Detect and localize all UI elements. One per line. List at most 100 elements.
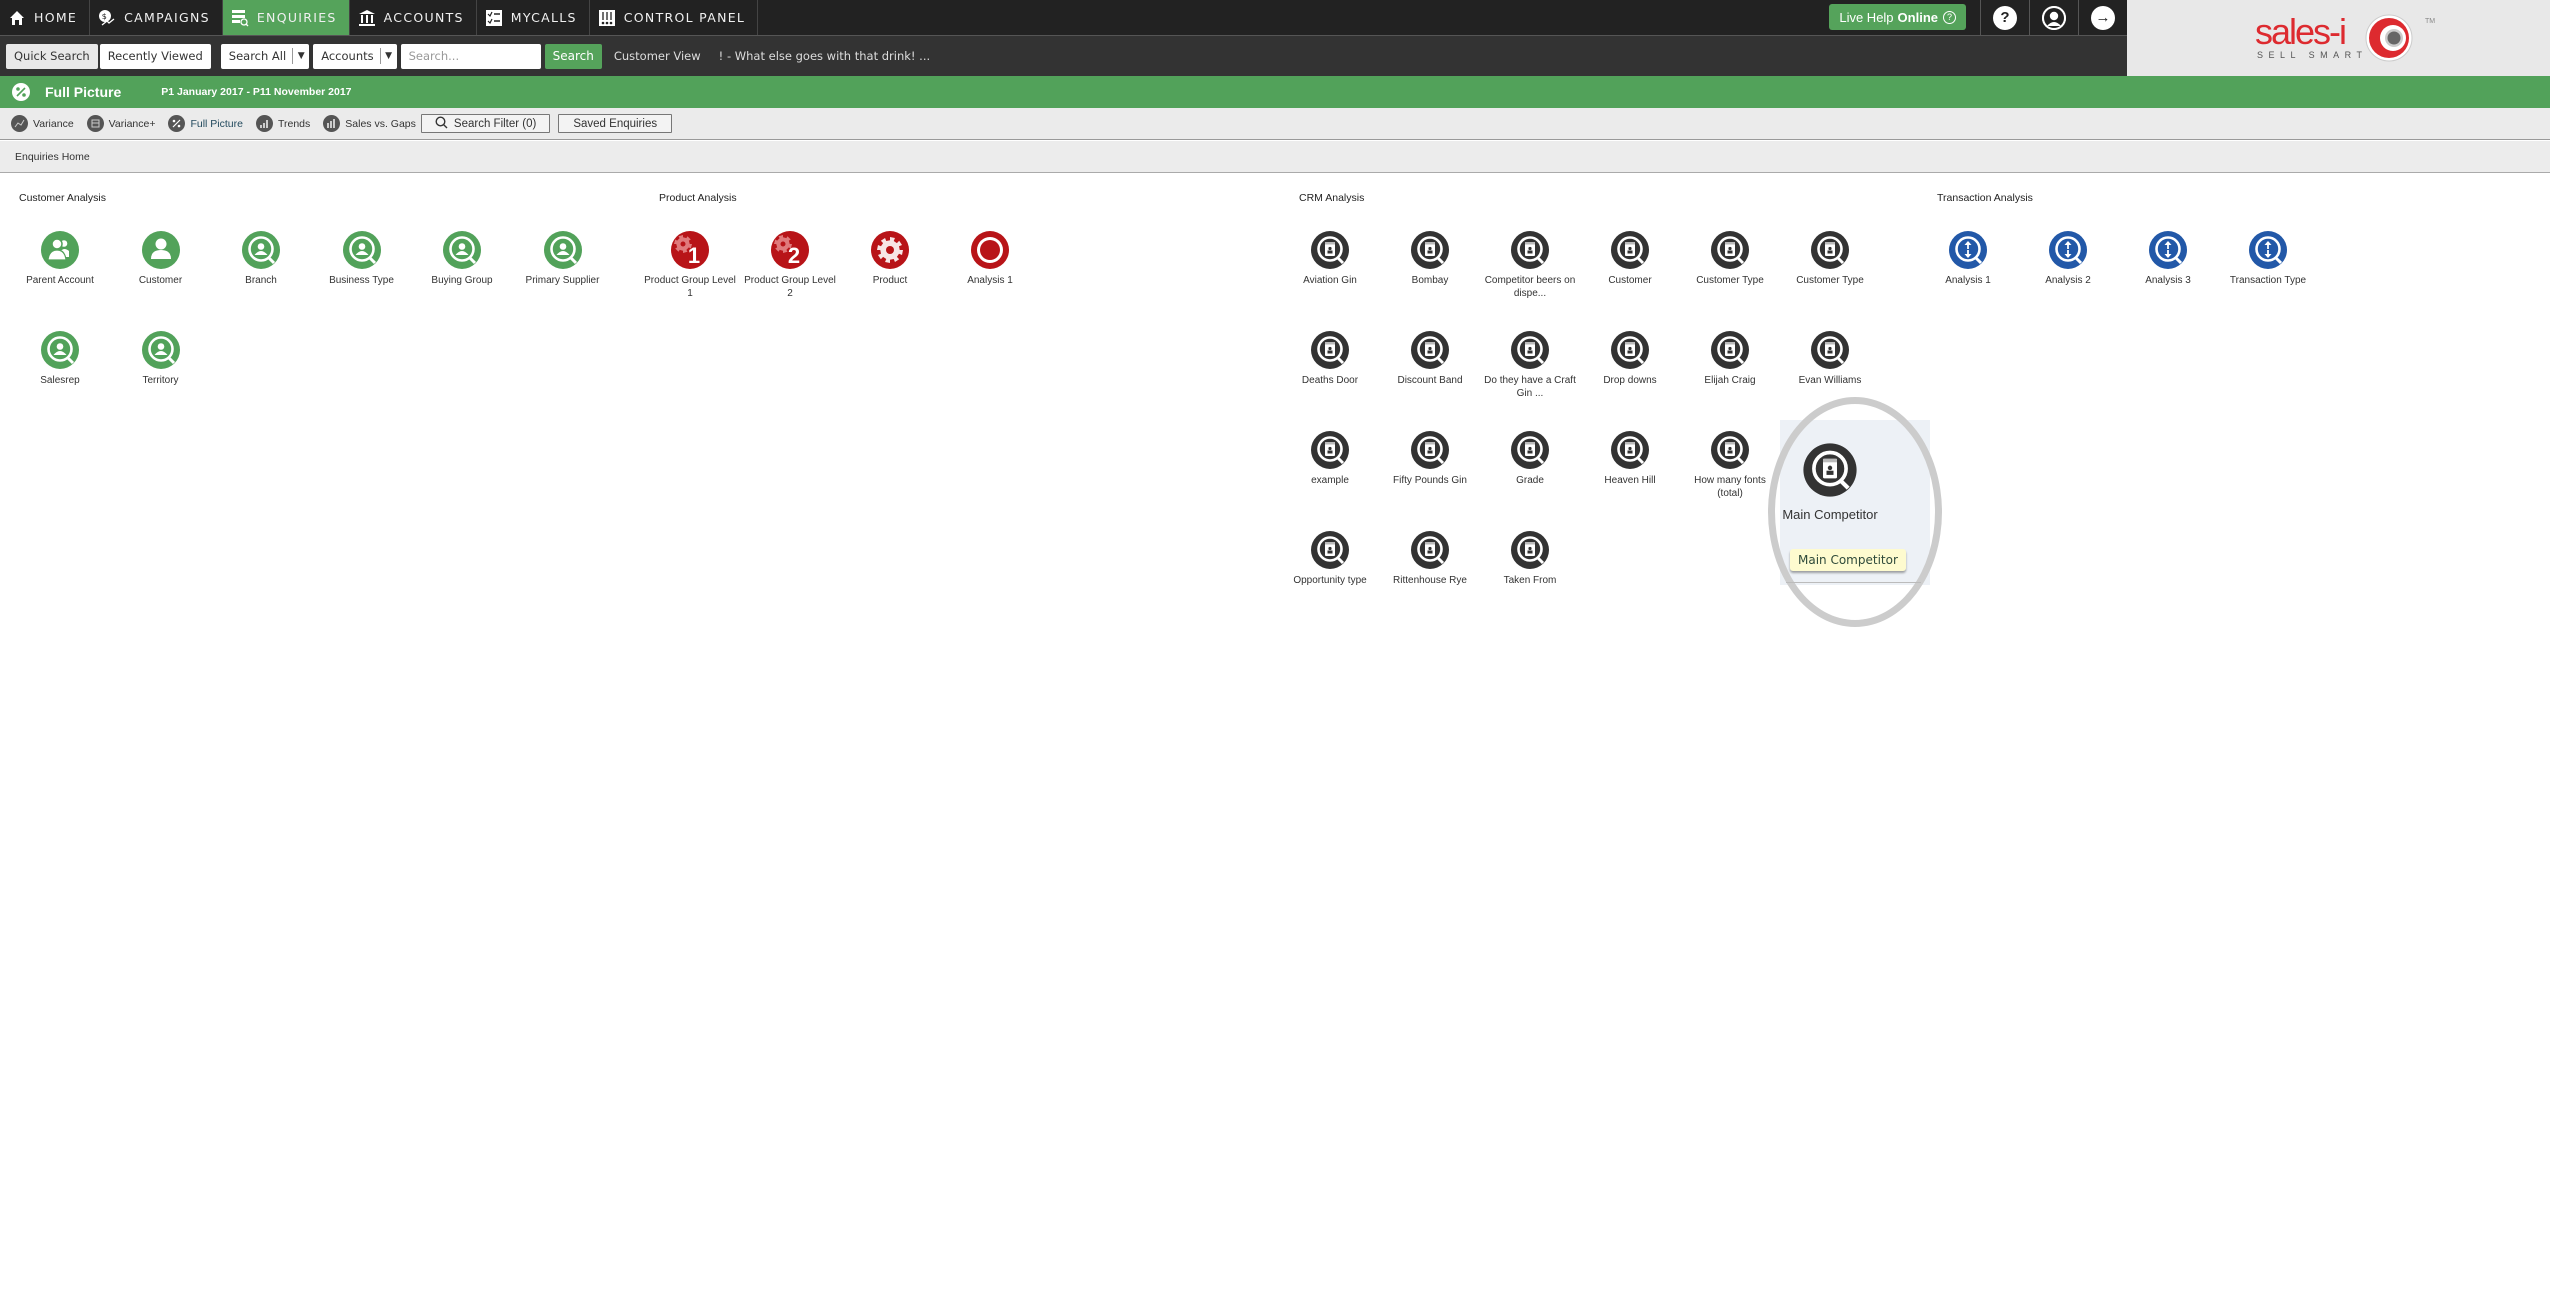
enquiry-tile[interactable]: Analysis 1 xyxy=(1918,230,2018,287)
search-icon xyxy=(435,115,448,132)
enquiry-tile[interactable]: example xyxy=(1280,430,1380,487)
crm-search-icon xyxy=(1710,330,1750,370)
parent-account-icon xyxy=(40,230,80,270)
crm-search-icon xyxy=(1810,330,1850,370)
nav-campaigns[interactable]: $ CAMPAIGNS xyxy=(90,0,223,35)
transaction-search-icon xyxy=(2248,230,2288,270)
enquiry-tile[interactable]: Bombay xyxy=(1380,230,1480,287)
enquiry-tile[interactable]: Evan Williams xyxy=(1780,330,1880,387)
chevron-down-icon: ▼ xyxy=(385,51,393,61)
enquiry-tile-label: Rittenhouse Rye xyxy=(1393,575,1467,586)
enquiry-tile[interactable]: Aviation Gin xyxy=(1280,230,1380,287)
enquiry-tile[interactable]: Parent Account xyxy=(10,230,110,287)
enquiry-tile[interactable]: Primary Supplier xyxy=(513,230,613,287)
enquiry-tile[interactable]: Analysis 2 xyxy=(2018,230,2118,287)
enquiry-tile[interactable]: Elijah Craig xyxy=(1680,330,1780,387)
enquiry-tile-label: Discount Band xyxy=(1397,375,1463,386)
enquiry-tile[interactable]: Analysis 1 xyxy=(940,230,1040,287)
enquiry-tile[interactable]: Branch xyxy=(211,230,311,287)
live-help-status: Online xyxy=(1897,9,1938,25)
enquiry-tile[interactable]: Customer xyxy=(1580,230,1680,287)
enquiry-tile[interactable]: Customer Type xyxy=(1780,230,1880,287)
crm-search-icon xyxy=(1510,230,1550,270)
enquiry-tile[interactable]: Product xyxy=(840,230,940,287)
tooltip-divider xyxy=(1786,582,1921,583)
search-type-select[interactable]: Accounts ▼ xyxy=(313,43,397,69)
enquiry-tile[interactable]: Business Type xyxy=(312,230,412,287)
enquiry-tile[interactable]: Deaths Door xyxy=(1280,330,1380,387)
live-help-label: Live Help xyxy=(1839,9,1894,25)
enquiry-tile[interactable]: Rittenhouse Rye xyxy=(1380,530,1480,587)
tool-variance-plus[interactable]: Variance+ xyxy=(86,115,155,132)
enquiry-tile-label: Product xyxy=(872,275,908,286)
enquiry-tile[interactable]: Drop downs xyxy=(1580,330,1680,387)
section-title: Customer Analysis xyxy=(19,192,106,204)
saved-enquiries-button[interactable]: Saved Enquiries xyxy=(558,114,673,133)
enquiry-tile[interactable]: Do they have a Craft Gin ... xyxy=(1480,330,1580,400)
crm-search-icon xyxy=(1410,330,1450,370)
quick-search-tab[interactable]: Quick Search xyxy=(6,43,98,69)
search-filter-button[interactable]: Search Filter (0) xyxy=(420,114,551,133)
search-button[interactable]: Search xyxy=(544,43,602,69)
enquiry-tile[interactable]: Customer xyxy=(111,230,211,287)
full-picture-icon xyxy=(168,115,186,132)
tool-sales-vs-gaps-label: Sales vs. Gaps xyxy=(345,117,416,130)
enquiry-tile[interactable]: Competitor beers on dispe... xyxy=(1480,230,1580,300)
home-icon xyxy=(8,9,26,27)
enquiry-tile-label: Analysis 3 xyxy=(2145,275,2191,286)
enquiry-tile[interactable]: Fifty Pounds Gin xyxy=(1380,430,1480,487)
customer-icon xyxy=(141,230,181,270)
nav-mycalls[interactable]: MYCALLS xyxy=(477,0,590,35)
tool-variance[interactable]: Variance xyxy=(11,115,74,132)
enquiry-tile-label: Product Group Level 1 xyxy=(644,275,736,299)
tool-sales-vs-gaps[interactable]: Sales vs. Gaps xyxy=(323,115,416,132)
logout-button[interactable]: → xyxy=(2078,0,2127,35)
profile-button[interactable] xyxy=(2029,0,2078,35)
customer-view-link[interactable]: Customer View xyxy=(614,49,701,63)
help-button[interactable]: ? xyxy=(1980,0,2029,35)
enquiry-tile-label: Product Group Level 2 xyxy=(744,275,836,299)
enquiry-tile[interactable]: Discount Band xyxy=(1380,330,1480,387)
recent-enquiry-link[interactable]: ! - What else goes with that drink! ... xyxy=(719,49,930,63)
enquiry-tile-label: Customer Type xyxy=(1696,275,1764,286)
top-navigation-bar: HOME $ CAMPAIGNS ENQUIRIES ACCOUNTS MYCA… xyxy=(0,0,2127,35)
nav-home[interactable]: HOME xyxy=(0,0,91,35)
live-help-button[interactable]: Live Help Online ? xyxy=(1829,4,1966,30)
enquiry-tile[interactable]: Taken From xyxy=(1480,530,1580,587)
tool-full-picture[interactable]: Full Picture xyxy=(168,115,243,132)
enquiry-tile-label: Parent Account xyxy=(26,275,94,286)
breadcrumb-bar: Enquiries Home xyxy=(0,141,2550,173)
breadcrumb-enquiries-home[interactable]: Enquiries Home xyxy=(15,151,90,163)
enquiry-tile[interactable]: Heaven Hill xyxy=(1580,430,1680,487)
section-title: CRM Analysis xyxy=(1299,192,1365,204)
enquiry-tile[interactable]: Transaction Type xyxy=(2218,230,2318,287)
enquiry-tile[interactable]: Salesrep xyxy=(10,330,110,387)
enquiry-tile[interactable]: Buying Group xyxy=(412,230,512,287)
recently-viewed-tab[interactable]: Recently Viewed xyxy=(99,43,211,69)
enquiry-tile[interactable]: Opportunity type xyxy=(1280,530,1380,587)
enquiries-icon xyxy=(231,9,249,27)
crm-search-icon xyxy=(1710,430,1750,470)
enquiry-tile[interactable]: Grade xyxy=(1480,430,1580,487)
tool-trends[interactable]: Trends xyxy=(255,115,310,132)
nav-control-panel[interactable]: CONTROL PANEL xyxy=(590,0,759,35)
enquiry-tile-label: Heaven Hill xyxy=(1604,475,1656,486)
enquiry-tile[interactable]: 1 Product Group Level 1 xyxy=(640,230,740,300)
date-range[interactable]: P1 January 2017 - P11 November 2017 xyxy=(161,86,351,98)
page-title: Full Picture xyxy=(45,84,122,100)
search-scope-select[interactable]: Search All ▼ xyxy=(220,43,310,69)
full-picture-icon xyxy=(12,83,30,101)
enquiry-tile[interactable]: 2 Product Group Level 2 xyxy=(740,230,840,300)
campaigns-icon: $ xyxy=(98,9,116,27)
search-person-icon xyxy=(141,330,181,370)
nav-mycalls-label: MYCALLS xyxy=(510,10,577,25)
search-input[interactable] xyxy=(400,43,541,69)
enquiry-tile[interactable]: Customer Type xyxy=(1680,230,1780,287)
crm-search-icon xyxy=(1310,530,1350,570)
enquiry-tile[interactable]: Analysis 3 xyxy=(2118,230,2218,287)
transaction-search-icon xyxy=(1948,230,1988,270)
crm-search-icon xyxy=(1310,230,1350,270)
enquiry-tile[interactable]: Territory xyxy=(111,330,211,387)
nav-accounts[interactable]: ACCOUNTS xyxy=(350,0,477,35)
nav-enquiries[interactable]: ENQUIRIES xyxy=(222,0,350,35)
